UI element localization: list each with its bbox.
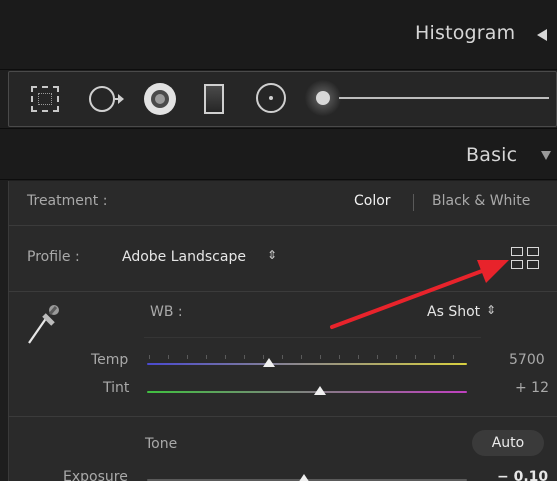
brush-size-track[interactable] [339,97,549,99]
treatment-bw-option[interactable]: Black & White [432,193,530,209]
red-eye-icon[interactable] [144,83,176,115]
treatment-color-option[interactable]: Color [354,193,391,209]
tint-value[interactable]: + 12 [515,380,549,396]
wb-dropdown[interactable]: As Shot [427,304,480,320]
basic-panel: Treatment : Color Black & White Profile … [8,181,557,481]
divider [9,416,557,417]
profile-dropdown[interactable]: Adobe Landscape [122,249,246,265]
tool-strip [8,71,557,127]
updown-chevron-icon[interactable]: ⇕ [486,303,496,317]
histogram-header[interactable]: Histogram [0,0,557,70]
exposure-slider-thumb[interactable] [297,474,310,481]
temp-value[interactable]: 5700 [509,352,545,368]
triangle-left-icon[interactable] [537,29,547,41]
basic-header[interactable]: Basic [0,128,557,180]
radial-filter-icon[interactable] [256,83,286,113]
temp-ticks [149,355,469,359]
grid-icon[interactable] [511,247,539,269]
exposure-value[interactable]: − 0.10 [497,469,548,481]
divider [9,225,557,226]
spot-removal-icon[interactable] [89,83,124,115]
basic-title: Basic [466,144,518,166]
temp-slider-thumb[interactable] [262,358,275,367]
crop-overlay-icon[interactable] [31,86,59,112]
divider [9,291,557,292]
tint-slider-track[interactable] [147,391,467,393]
eyedropper-icon[interactable] [23,297,63,349]
profile-label: Profile : [27,249,80,265]
treatment-divider [413,194,414,211]
auto-button[interactable]: Auto [472,430,544,456]
tint-slider-thumb[interactable] [313,386,326,395]
triangle-down-icon[interactable] [541,151,551,160]
graduated-filter-icon[interactable] [204,84,224,114]
tone-label: Tone [145,436,178,452]
treatment-label: Treatment : [27,193,108,209]
wb-label: WB : [150,304,183,320]
temp-slider-track[interactable] [147,363,467,365]
histogram-title: Histogram [415,22,516,44]
temp-label: Temp [91,352,129,368]
updown-chevron-icon[interactable]: ⇕ [267,248,277,262]
divider [144,337,481,338]
exposure-label: Exposure [63,469,128,481]
adjustment-brush-icon[interactable] [305,80,341,116]
tint-label: Tint [103,380,130,396]
